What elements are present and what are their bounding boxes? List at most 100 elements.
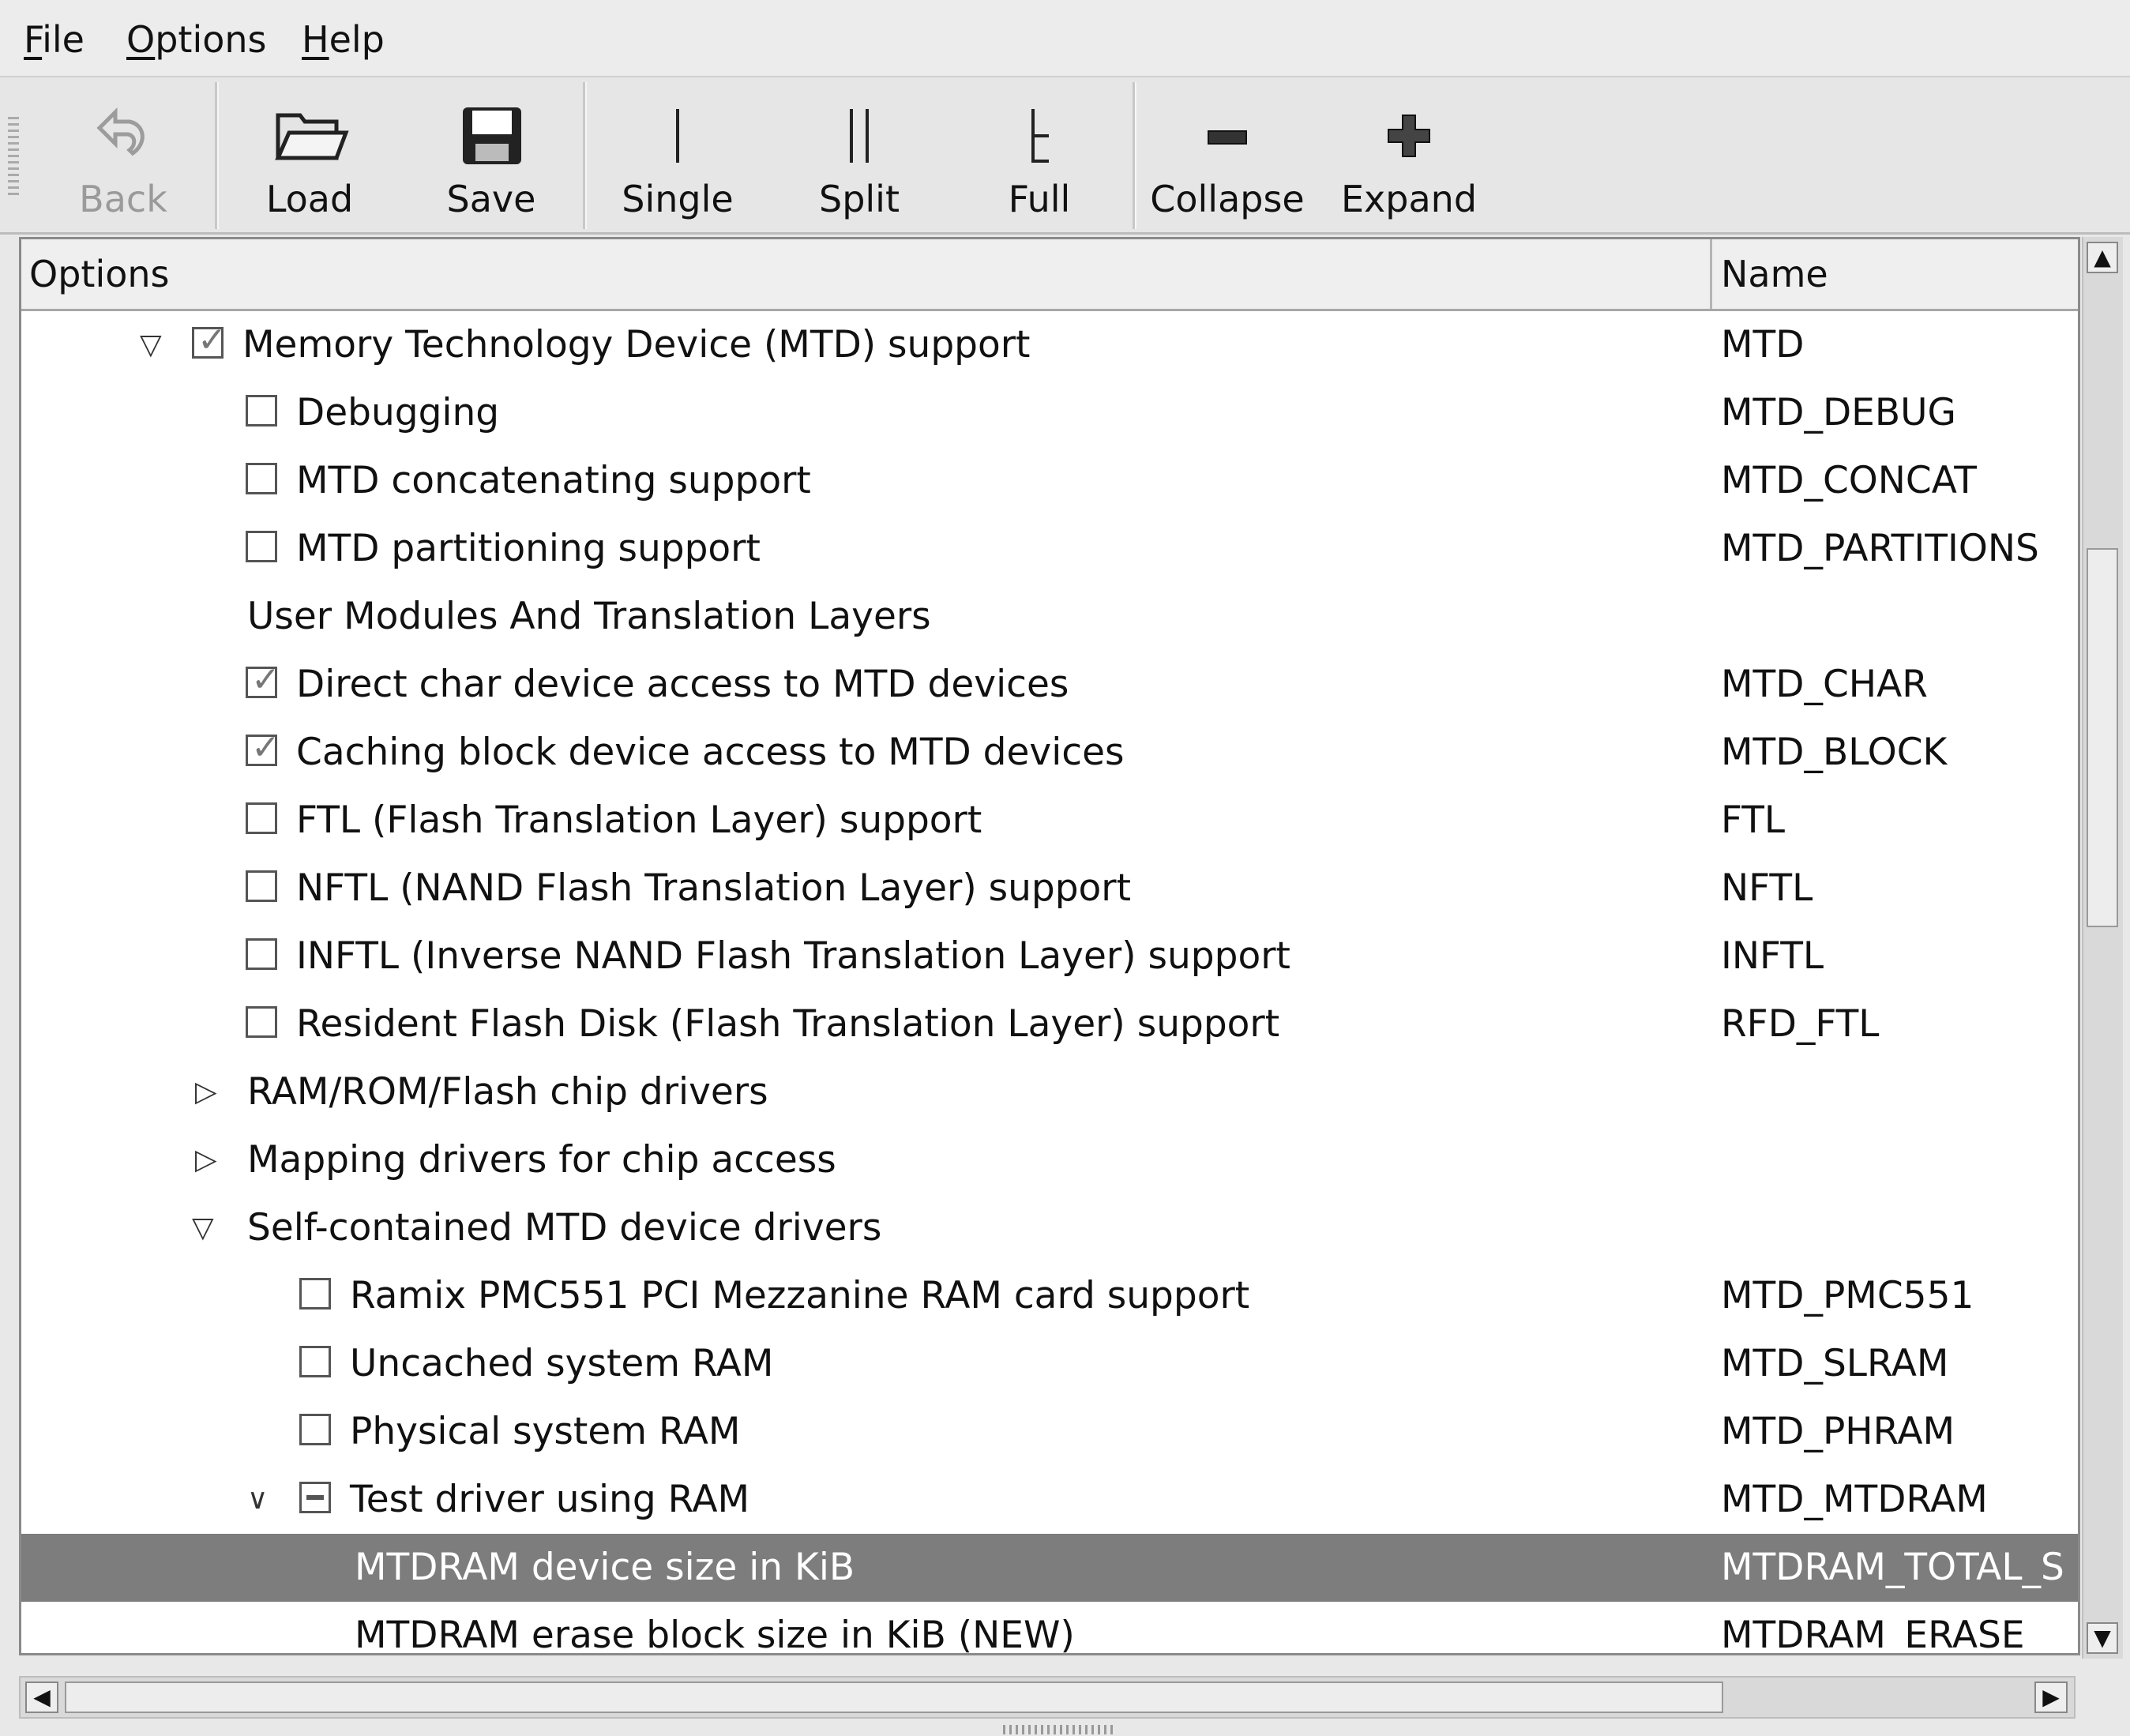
option-label: MTDRAM erase block size in KiB (NEW) (355, 1614, 1075, 1655)
split-pane-icon (850, 109, 869, 163)
split-view-button[interactable]: Split (780, 88, 938, 223)
menu-file[interactable]: File (24, 16, 85, 63)
tree-row[interactable]: ▷ Mapping drivers for chip access (21, 1126, 2078, 1194)
tree-row[interactable]: NFTL (NAND Flash Translation Layer) supp… (21, 855, 2078, 922)
tree-row[interactable]: Direct char device access to MTD devices… (21, 651, 2078, 719)
tree-row[interactable]: ∨ Test driver using RAM MTD_MTDRAM (21, 1466, 2078, 1534)
collapse-button[interactable]: Collapse (1148, 88, 1306, 223)
back-arrow-icon (96, 107, 145, 156)
option-checkbox[interactable] (246, 938, 277, 970)
menu-options[interactable]: Options (126, 16, 267, 63)
option-label: Debugging (296, 391, 500, 434)
scroll-up-arrow-icon[interactable]: ▲ (2087, 242, 2118, 273)
tree-row[interactable]: ▷ RAM/ROM/Flash chip drivers (21, 1058, 2078, 1126)
toolbar-separator (1133, 82, 1135, 229)
option-checkbox[interactable] (299, 1278, 331, 1310)
tree-row[interactable]: MTD partitioning support MTD_PARTITIONS (21, 515, 2078, 583)
option-label: Test driver using RAM (350, 1478, 750, 1521)
horizontal-scroll-thumb[interactable] (65, 1682, 1723, 1713)
back-button[interactable]: Back (44, 88, 202, 223)
option-label: Memory Technology Device (MTD) support (242, 323, 1031, 366)
option-symbol: MTD_PARTITIONS (1721, 527, 2039, 570)
option-label: INFTL (Inverse NAND Flash Translation La… (296, 934, 1290, 978)
options-column-header[interactable]: Options (21, 239, 1707, 309)
option-symbol: MTD_CONCAT (1721, 459, 1977, 502)
tree-row[interactable]: Caching block device access to MTD devic… (21, 719, 2078, 787)
toolbar-separator (583, 82, 585, 229)
column-divider[interactable] (1710, 239, 1712, 309)
expanded-chevron-icon[interactable]: ∨ (247, 1466, 268, 1534)
options-tree[interactable]: Options Name ▽ Memory Technology Device … (19, 237, 2080, 1655)
tree-row[interactable]: FTL (Flash Translation Layer) support FT… (21, 787, 2078, 855)
tree-row[interactable]: ▽ Memory Technology Device (MTD) support… (21, 311, 2078, 379)
option-checkbox[interactable] (246, 727, 280, 768)
tree-row[interactable]: User Modules And Translation Layers (21, 583, 2078, 651)
option-label: Physical system RAM (350, 1410, 741, 1453)
name-column-header[interactable]: Name (1713, 239, 2078, 309)
expanded-triangle-icon[interactable]: ▽ (140, 311, 162, 379)
single-view-button[interactable]: Single (599, 88, 757, 223)
tree-rows: ▽ Memory Technology Device (MTD) support… (21, 311, 2078, 1655)
collapsed-triangle-icon[interactable]: ▷ (195, 1126, 217, 1194)
tree-row[interactable]: Debugging MTD_DEBUG (21, 379, 2078, 447)
tree-row[interactable]: ▽ Self-contained MTD device drivers (21, 1194, 2078, 1262)
option-checkbox[interactable] (246, 463, 277, 494)
save-button[interactable]: Save (412, 88, 570, 223)
option-symbol: MTD (1721, 323, 1805, 366)
menu-bar: File Options Help (0, 0, 2130, 77)
option-group-label: RAM/ROM/Flash chip drivers (247, 1070, 768, 1114)
tree-row[interactable]: MTD concatenating support MTD_CONCAT (21, 447, 2078, 515)
option-checkbox[interactable] (246, 870, 277, 902)
folder-open-icon (275, 113, 349, 160)
option-checkbox[interactable] (246, 802, 277, 834)
tree-row[interactable]: INFTL (Inverse NAND Flash Translation La… (21, 922, 2078, 990)
option-label: FTL (Flash Translation Layer) support (296, 798, 982, 842)
option-symbol: FTL (1721, 798, 1786, 842)
option-label: Resident Flash Disk (Flash Translation L… (296, 1002, 1280, 1046)
option-label: NFTL (NAND Flash Translation Layer) supp… (296, 866, 1132, 910)
toolbar: Back Load Save Single Split Full Collaps… (0, 77, 2130, 235)
option-group-label: Self-contained MTD device drivers (247, 1206, 882, 1249)
option-checkbox[interactable] (299, 1414, 331, 1445)
menu-help[interactable]: Help (302, 16, 385, 63)
pane-resize-grip[interactable] (1003, 1725, 1114, 1734)
scroll-down-arrow-icon[interactable]: ▼ (2087, 1622, 2118, 1654)
option-symbol: MTD_PMC551 (1721, 1274, 1974, 1317)
collapsed-triangle-icon[interactable]: ▷ (195, 1058, 217, 1126)
option-checkbox[interactable] (246, 531, 277, 562)
option-label: MTDRAM device size in KiB (355, 1546, 855, 1589)
option-checkbox[interactable] (299, 1346, 331, 1377)
expanded-triangle-icon[interactable]: ▽ (192, 1194, 214, 1262)
tree-row[interactable]: Physical system RAM MTD_PHRAM (21, 1398, 2078, 1466)
tree-row[interactable]: MTDRAM erase block size in KiB (NEW) MTD… (21, 1602, 2078, 1655)
scroll-left-arrow-icon[interactable]: ◀ (25, 1682, 58, 1713)
tree-row[interactable]: Ramix PMC551 PCI Mezzanine RAM card supp… (21, 1262, 2078, 1330)
scroll-right-arrow-icon[interactable]: ▶ (2034, 1682, 2068, 1713)
option-group-label: Mapping drivers for chip access (247, 1138, 836, 1182)
full-view-button[interactable]: Full (960, 88, 1118, 223)
option-checkbox[interactable] (246, 395, 277, 426)
load-button[interactable]: Load (231, 88, 389, 223)
vertical-scrollbar[interactable]: ▲ ▼ (2082, 237, 2123, 1659)
option-symbol: MTDRAM_TOTAL_S (1721, 1546, 2064, 1589)
option-symbol: MTD_SLRAM (1721, 1342, 1949, 1385)
horizontal-scrollbar[interactable]: ◀ ▶ (19, 1676, 2076, 1719)
option-symbol: MTD_BLOCK (1721, 731, 1948, 774)
toolbar-grip[interactable] (8, 117, 19, 196)
full-tree-icon (1031, 109, 1049, 163)
option-label: MTD concatenating support (296, 459, 811, 502)
tree-row[interactable]: Uncached system RAM MTD_SLRAM (21, 1330, 2078, 1398)
expand-button[interactable]: Expand (1330, 88, 1488, 223)
option-checkbox[interactable] (246, 659, 280, 700)
option-checkbox[interactable] (299, 1482, 331, 1513)
option-checkbox[interactable] (246, 1006, 277, 1038)
option-symbol: INFTL (1721, 934, 1824, 978)
tree-row-selected[interactable]: MTDRAM device size in KiB MTDRAM_TOTAL_S (21, 1534, 2078, 1602)
option-label: Direct char device access to MTD devices (296, 663, 1069, 706)
option-symbol: NFTL (1721, 866, 1813, 910)
tree-row[interactable]: Resident Flash Disk (Flash Translation L… (21, 990, 2078, 1058)
single-pane-icon (676, 109, 679, 163)
floppy-disk-icon (463, 107, 521, 164)
option-checkbox[interactable] (192, 320, 227, 360)
vertical-scroll-thumb[interactable] (2087, 548, 2118, 927)
